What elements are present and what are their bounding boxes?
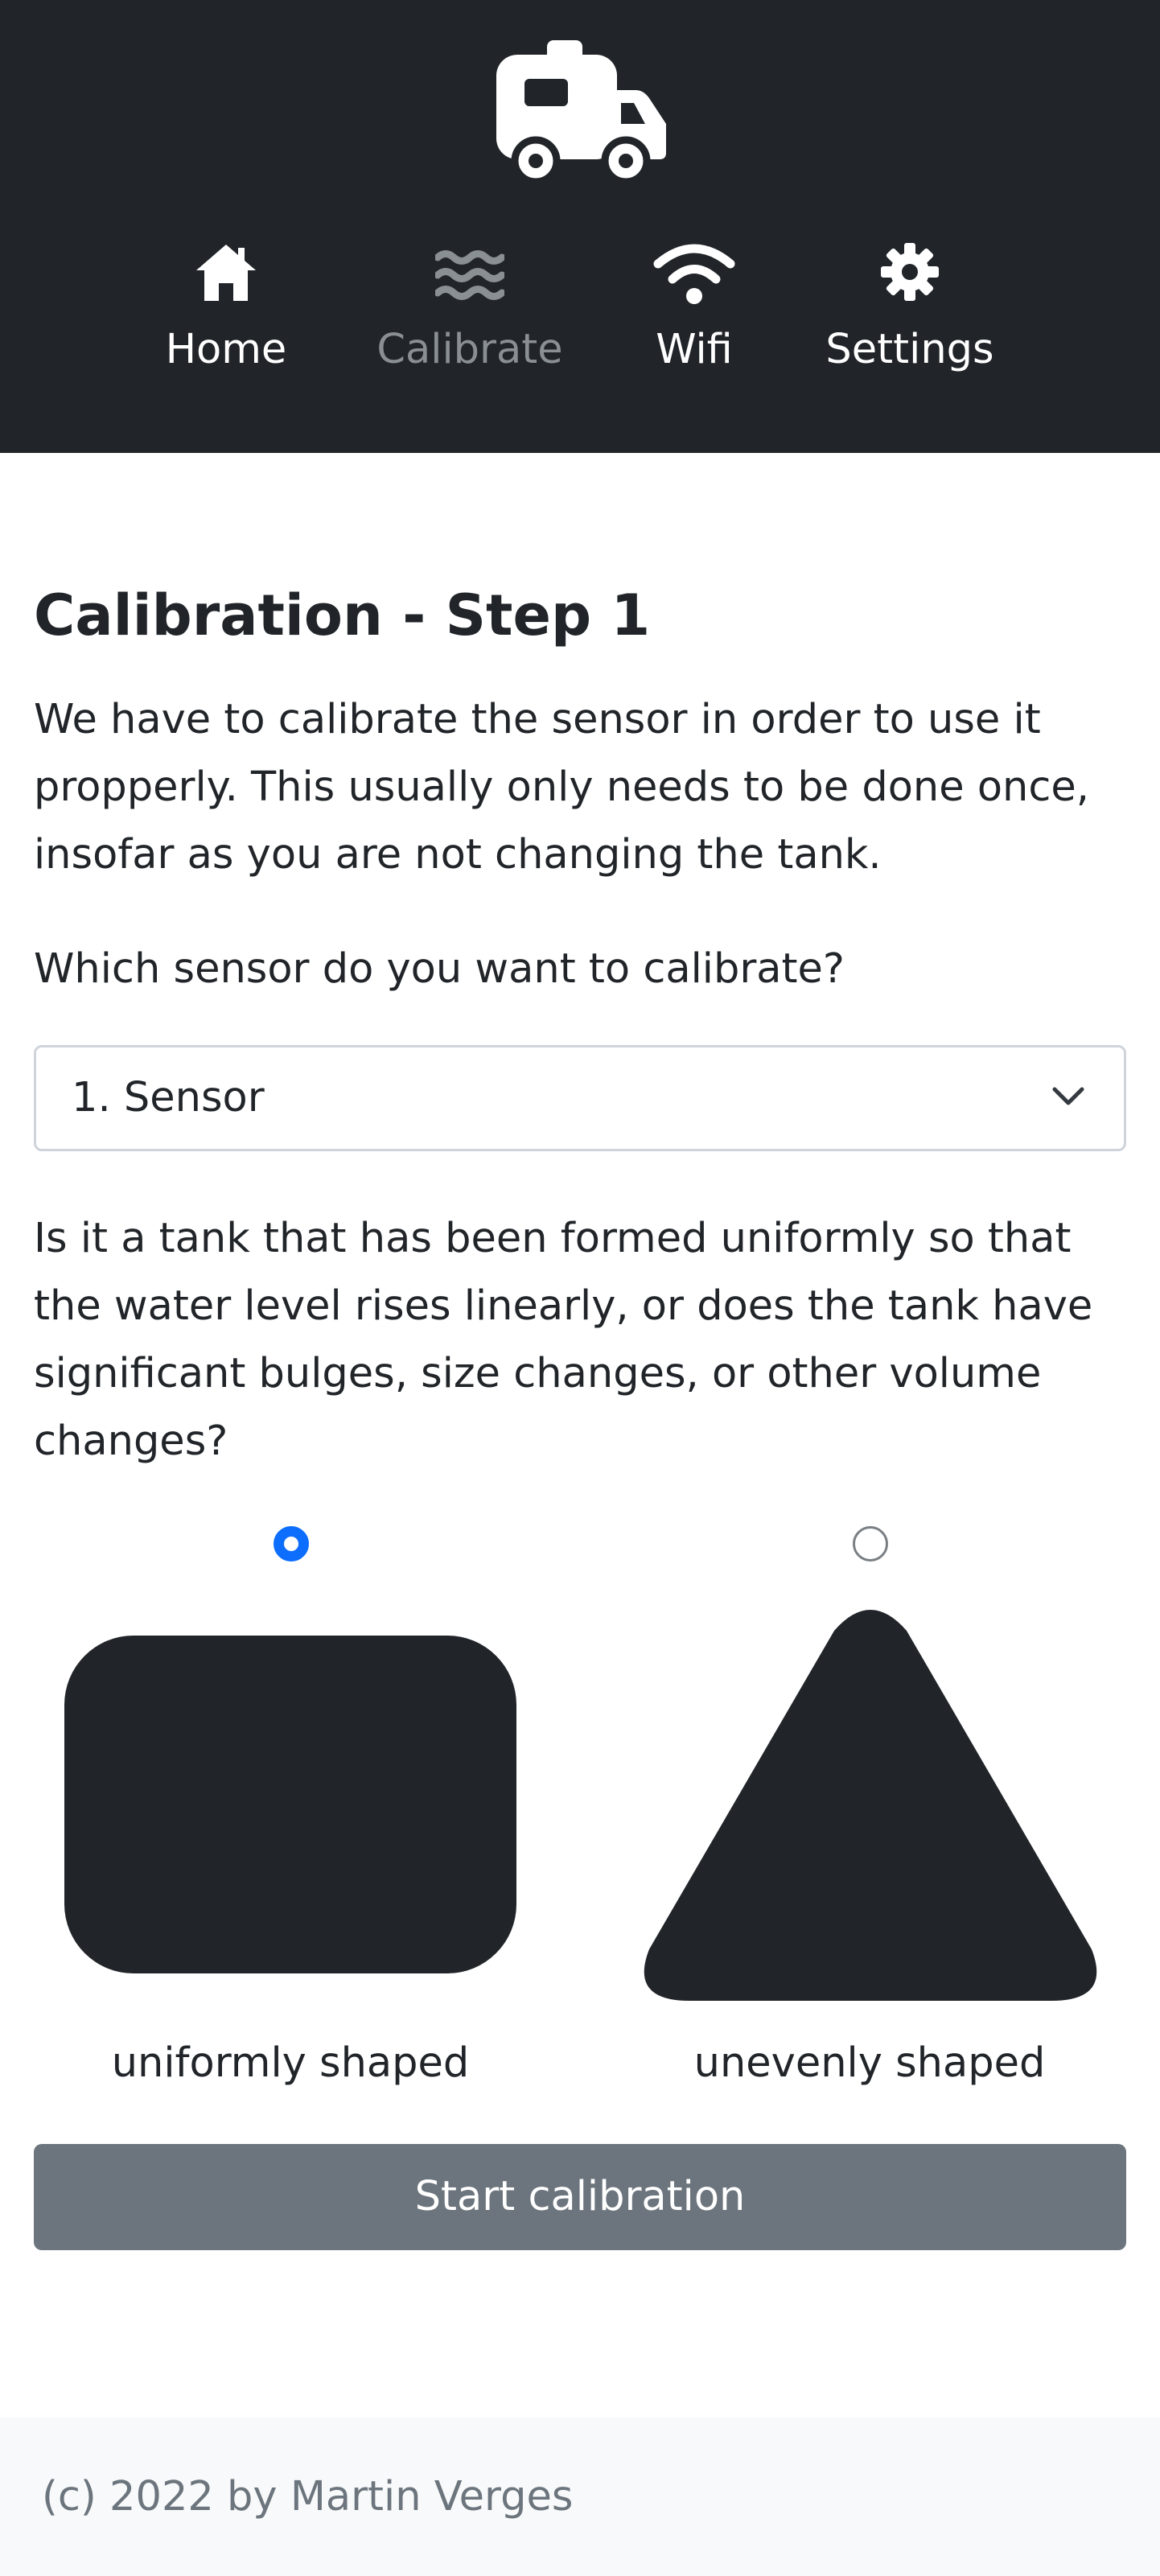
footer: (c) 2022 by Martin Verges — [0, 2418, 1160, 2576]
chevron-down-icon — [1052, 1087, 1084, 1105]
intro-text: We have to calibrate the sensor in order… — [34, 696, 1089, 879]
nav-calibrate-label: Calibrate — [376, 326, 563, 373]
copyright-text: (c) 2022 by Martin Verges — [42, 2473, 574, 2520]
nav-wifi[interactable]: Wifi — [644, 241, 745, 386]
uneven-tank-image[interactable] — [641, 1605, 1100, 2004]
main-nav: Home Calibrate Wifi Settings — [0, 241, 1160, 386]
nav-wifi-label: Wifi — [656, 326, 733, 373]
uniform-tank-image[interactable] — [64, 1636, 516, 1973]
wifi-icon — [653, 244, 735, 304]
nav-settings[interactable]: Settings — [821, 241, 999, 386]
nav-calibrate[interactable]: Calibrate — [375, 241, 565, 386]
uneven-shape-radio[interactable] — [853, 1526, 888, 1562]
sensor-select-value: 1. Sensor — [72, 1074, 265, 1121]
caravan-icon — [496, 40, 666, 183]
uneven-shape-label: unevenly shaped — [693, 2039, 1046, 2087]
nav-home-label: Home — [165, 326, 287, 373]
nav-settings-label: Settings — [825, 326, 994, 373]
uniform-shape-radio[interactable] — [274, 1526, 309, 1562]
home-icon — [196, 245, 256, 301]
sensor-select[interactable]: 1. Sensor — [34, 1045, 1126, 1151]
start-calibration-button[interactable]: Start calibration — [34, 2144, 1126, 2250]
nav-home[interactable]: Home — [158, 241, 294, 386]
water-waves-icon — [435, 250, 504, 300]
navbar: Home Calibrate Wifi Settings — [0, 0, 1160, 453]
uniform-shape-label: uniformly shaped — [111, 2039, 470, 2087]
page-title: Calibration - Step 1 — [34, 582, 651, 648]
shape-question: Is it a tank that has been formed unifor… — [34, 1215, 1093, 1465]
sensor-question: Which sensor do you want to calibrate? — [34, 945, 845, 993]
gear-icon — [881, 243, 939, 301]
